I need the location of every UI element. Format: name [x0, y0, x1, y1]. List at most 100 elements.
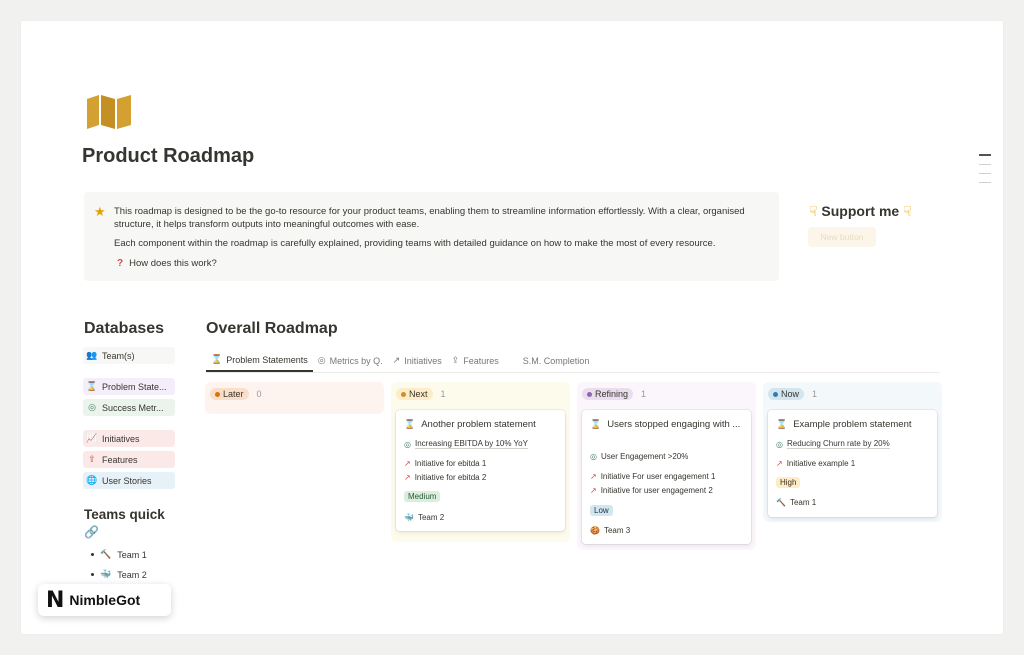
whale-icon: 🐳	[404, 513, 414, 522]
status-label: Now	[781, 389, 800, 399]
card-title: Users stopped engaging with ...	[607, 419, 741, 430]
target-icon: ◎	[590, 452, 597, 461]
toggle-label: How does this work?	[129, 258, 217, 269]
callout-text: This roadmap is designed to be the go-to…	[114, 206, 745, 230]
metric-label: User Engagement >20%	[600, 452, 689, 461]
column-count: 1	[641, 389, 647, 399]
db-item-teams[interactable]: 👥 Team(s)	[83, 347, 175, 364]
status-label: Later	[223, 389, 244, 399]
db-item-problem-statements[interactable]: ⌛ Problem State...	[83, 378, 175, 395]
card-team[interactable]: 🐳 Team 2	[404, 513, 444, 522]
priority-tag: Medium	[404, 491, 441, 502]
tab-label: Initiatives	[404, 355, 442, 366]
map-icon[interactable]	[85, 93, 133, 129]
db-item-label: Problem State...	[102, 381, 167, 392]
card-initiative[interactable]: ↗ Initiative for ebitda 1	[404, 459, 486, 468]
table-of-contents[interactable]	[979, 154, 991, 191]
metric-label: Increasing EBITDA by 10% YoY	[414, 439, 528, 449]
initiative-label: Initiative example 1	[786, 459, 856, 468]
hourglass-icon: ⌛	[404, 419, 416, 429]
logo-letter: N	[46, 587, 65, 613]
card-initiative[interactable]: ↗ Initiative for ebitda 2	[404, 473, 486, 482]
db-item-label: Success Metr...	[102, 402, 164, 413]
tab-sm-completion[interactable]: S.M. Completion	[518, 349, 595, 372]
notion-page: Product Roadmap ★ This roadmap is design…	[21, 21, 1003, 634]
team-label: Team 1	[789, 498, 817, 507]
roadmap-heading: Overall Roadmap	[206, 320, 338, 337]
board-card[interactable]: ⌛ Another problem statement ◎ Increasing E…	[396, 410, 565, 531]
column-count: 0	[256, 389, 262, 399]
how-it-works-toggle[interactable]: ? How does this work?	[117, 258, 217, 269]
db-item-user-stories[interactable]: 🌐 User Stories	[83, 472, 175, 489]
board-card[interactable]: ⌛ Users stopped engaging with ... ◎ User E…	[582, 410, 751, 544]
board-card[interactable]: ⌛ Example problem statement ◎ Reducing Chu…	[768, 410, 937, 517]
chart-icon: 📈	[86, 433, 98, 443]
team-link-2[interactable]: 🐳 Team 2	[91, 569, 147, 580]
card-initiative[interactable]: ↗ Initiative For user engagement 1	[590, 472, 715, 481]
priority-tag: High	[776, 477, 801, 488]
cookie-icon: 🍪	[590, 526, 600, 535]
team-label: Team 2	[417, 513, 445, 522]
card-title: Example problem statement	[793, 419, 912, 430]
status-pill-later[interactable]: Later	[210, 388, 249, 400]
card-metric[interactable]: ◎ Increasing EBITDA by 10% YoY	[404, 439, 528, 449]
card-team[interactable]: 🍪 Team 3	[590, 526, 630, 535]
column-count: 1	[812, 389, 818, 399]
hourglass-icon: ⌛	[86, 381, 98, 391]
chart-icon: ↗	[404, 473, 411, 482]
card-metric[interactable]: ◎ Reducing Churn rate by 20%	[776, 439, 890, 449]
tab-initiatives[interactable]: ↗ Initiatives	[388, 349, 447, 372]
status-label: Next	[409, 389, 428, 399]
tab-label: Metrics by Q.	[329, 355, 383, 366]
support-heading: ☟ Support me ☟	[809, 203, 912, 220]
team-label: Team 3	[603, 526, 631, 535]
tab-label: Problem Statements	[226, 354, 308, 365]
team-label: Team 2	[117, 569, 147, 580]
db-item-initiatives[interactable]: 📈 Initiatives	[83, 430, 175, 447]
card-initiative[interactable]: ↗ Initiative example 1	[776, 459, 855, 468]
status-pill-now[interactable]: Now	[768, 388, 805, 400]
initiative-label: Initiative for user engagement 2	[600, 486, 713, 495]
metric-label: Reducing Churn rate by 20%	[786, 439, 890, 449]
db-item-success-metrics[interactable]: ◎ Success Metr...	[83, 399, 175, 416]
status-label: Refining	[595, 389, 629, 399]
support-title: Support me	[821, 203, 900, 219]
status-pill-refining[interactable]: Refining	[582, 388, 634, 400]
chart-icon: ↗	[392, 355, 401, 365]
team-link-1[interactable]: 🔨 Team 1	[91, 549, 147, 560]
tab-metrics[interactable]: ◎ Metrics by Q.	[313, 349, 388, 372]
db-item-features[interactable]: ⇪ Features	[83, 451, 175, 468]
databases-heading: Databases	[84, 320, 165, 337]
team-label: Team 1	[117, 549, 147, 560]
db-item-label: Features	[102, 454, 138, 465]
chart-icon: ↗	[404, 459, 411, 468]
db-item-label: Initiatives	[102, 433, 140, 444]
star-icon: ★	[94, 204, 106, 219]
new-button[interactable]: New button	[808, 227, 876, 247]
whale-icon: 🐳	[100, 569, 112, 579]
chart-icon: ↗	[776, 459, 783, 468]
intro-callout: ★ This roadmap is designed to be the go-…	[84, 192, 779, 281]
bullet	[91, 573, 94, 576]
card-metric[interactable]: ◎ User Engagement >20%	[590, 452, 688, 461]
priority-tag: Low	[590, 505, 613, 516]
hourglass-icon: ⌛	[776, 419, 788, 429]
tab-label: Features	[463, 355, 499, 366]
hourglass-icon: ⌛	[590, 419, 602, 429]
chart-icon: ↗	[590, 472, 597, 481]
tab-label: S.M. Completion	[522, 355, 590, 366]
column-count: 1	[440, 389, 446, 399]
card-initiative[interactable]: ↗ Initiative for user engagement 2	[590, 486, 713, 495]
target-icon: ◎	[88, 402, 96, 412]
page-title: Product Roadmap	[82, 145, 255, 167]
tab-features[interactable]: ⇪ Features	[447, 349, 504, 372]
share-icon: ⇪	[88, 454, 96, 464]
card-team[interactable]: 🔨 Team 1	[776, 498, 816, 507]
pointing-down-icon: ☟	[903, 203, 912, 219]
nimblegot-logo[interactable]: N NimbleGot	[38, 584, 171, 616]
status-pill-next[interactable]: Next	[396, 388, 433, 400]
share-icon: ⇪	[451, 355, 460, 365]
globe-icon: 🌐	[86, 475, 98, 485]
board-column-later: Later 0	[205, 382, 384, 414]
tab-problem-statements[interactable]: ⌛ Problem Statements	[206, 349, 313, 372]
